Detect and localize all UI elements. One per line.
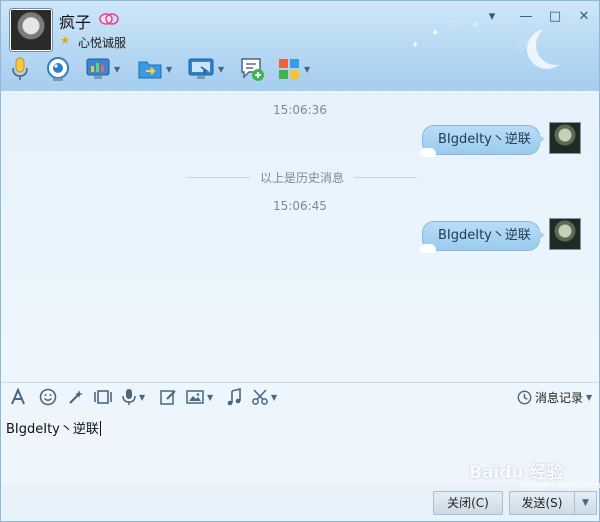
contact-signature: 心悦诚服 [78,36,127,50]
divider-line [187,177,250,178]
baidu-watermark-url: jingyan.baidu.com [521,481,600,491]
contact-avatar[interactable] [9,8,53,52]
magic-emoticon-button[interactable] [67,387,85,407]
send-button[interactable]: 发送(S) [509,491,575,515]
my-avatar[interactable] [549,122,581,154]
input-toolbar: ▼ ▼ ▼ 消息记录 ▼ [1,382,599,410]
moon-decoration [536,25,576,65]
chat-window-header: ✦ ✧ ✦ ♡ ♡ ♡ 疯子 ★ 心悦诚服 ▾ — □ ✕ ▼ ▼ ▼ ▼ [1,1,599,91]
star-icon: ★ [60,34,70,47]
screen-share-icon [188,58,214,79]
history-divider-label: 以上是历史消息 [260,171,345,185]
window-menu-button[interactable]: ▾ [481,7,503,27]
image-icon [186,390,204,404]
message-input-text[interactable]: BIgdeIty丶逆联 [6,418,101,437]
clock-icon [517,390,532,405]
heart-decoration: ♡ [525,36,538,52]
star-decoration: ✦ [431,28,440,39]
folder-transfer-icon [138,61,162,79]
message-text: BIgdeIty丶逆联 [438,132,531,147]
chat-add-icon [241,58,264,81]
voice-call-button[interactable] [9,55,31,83]
input-value: BIgdeIty丶逆联 [6,422,99,437]
chevron-down-icon[interactable]: ▼ [271,393,277,402]
text-caret [99,421,101,436]
webcam-icon [47,57,69,81]
window-shake-button[interactable] [93,387,113,407]
bottom-bar: 关闭(C) 发送(S) ▼ [1,486,599,521]
send-image-button[interactable]: ▼ [185,387,213,407]
chevron-down-icon[interactable]: ▼ [207,393,213,402]
cloud-decoration [420,148,436,157]
message-timestamp: 15:06:45 [273,199,327,213]
chevron-down-icon[interactable]: ▼ [114,65,120,74]
apps-grid-icon [279,59,299,79]
message-record-button[interactable]: 消息记录 ▼ [517,389,592,406]
edit-icon [160,390,176,405]
message-history[interactable]: 15:06:36 BIgdeIty丶逆联 以上是历史消息 15:06:45 BI… [1,93,599,381]
music-note-icon [227,388,241,406]
message-text: BIgdeIty丶逆联 [438,228,531,243]
edit-text-button[interactable] [159,387,177,407]
minimize-button[interactable]: — [515,7,537,27]
baidu-watermark: Baidu 经验 [469,463,564,483]
message-timestamp: 15:06:36 [273,103,327,117]
cloud-decoration [420,244,436,253]
microphone-icon [12,57,28,80]
microphone-icon [122,389,136,405]
divider-line [354,177,418,178]
history-divider: 以上是历史消息 [187,169,418,186]
star-decoration: ✦ [411,40,420,51]
message-bubble[interactable]: BIgdeIty丶逆联 [420,125,545,157]
font-icon [11,388,25,405]
message-record-label: 消息记录 [535,391,584,405]
magic-wand-icon [69,390,83,404]
maximize-button[interactable]: □ [544,7,566,27]
qq-vip-badge-icon[interactable] [99,12,119,26]
send-file-button[interactable]: ▼ [137,55,172,83]
scissors-icon [252,389,268,405]
close-window-button[interactable]: ✕ [573,7,595,27]
chevron-down-icon[interactable]: ▼ [139,393,145,402]
remote-assist-button[interactable]: ▼ [85,55,120,83]
chevron-down-icon[interactable]: ▼ [586,393,592,402]
chevron-down-icon[interactable]: ▼ [166,65,172,74]
music-button[interactable] [225,387,243,407]
font-button[interactable] [9,387,27,407]
monitor-chart-icon [86,58,110,79]
bubble-tail [538,230,545,240]
video-call-button[interactable] [45,55,71,83]
close-button[interactable]: 关闭(C) [433,491,503,515]
send-options-dropdown[interactable]: ▼ [575,491,597,515]
star-decoration: ✧ [471,20,480,31]
screenshot-button[interactable]: ▼ [251,387,277,407]
voice-message-button[interactable]: ▼ [121,387,145,407]
emoji-button[interactable] [39,387,57,407]
bubble-tail [538,134,545,144]
contact-name[interactable]: 疯子 [59,9,91,33]
chevron-down-icon[interactable]: ▼ [304,65,310,74]
chevron-down-icon[interactable]: ▼ [218,65,224,74]
my-avatar[interactable] [549,218,581,250]
create-group-chat-button[interactable] [239,55,265,83]
message-bubble[interactable]: BIgdeIty丶逆联 [420,221,545,253]
shake-icon [94,390,112,404]
smiley-icon [39,388,57,406]
apps-button[interactable]: ▼ [277,55,310,83]
header-scallop-border [1,85,599,91]
screen-capture-button[interactable]: ▼ [187,55,224,83]
chat-toolbar: ▼ ▼ ▼ ▼ [1,53,331,85]
heart-decoration: ♡ [447,18,460,34]
